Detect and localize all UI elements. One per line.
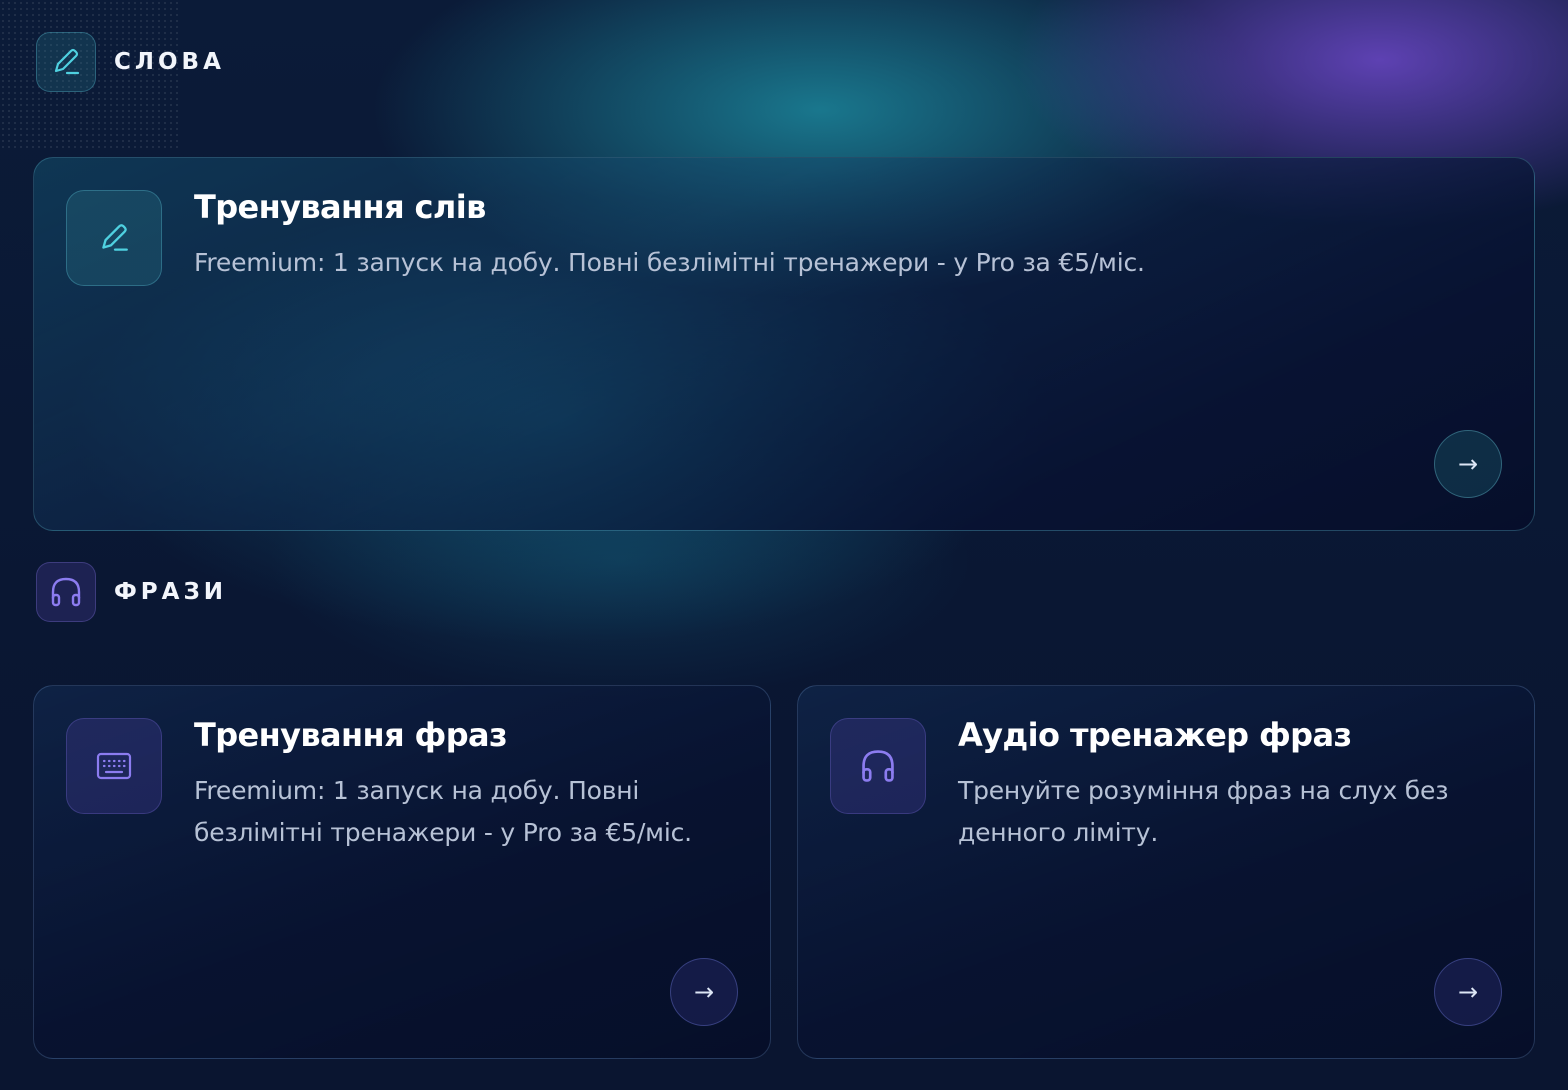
open-phrase-training-button[interactable]: →	[670, 958, 738, 1026]
card-phrase-training[interactable]: Тренування фраз Freemium: 1 запуск на до…	[33, 685, 771, 1059]
card-description: Тренуйте розуміння фраз на слух без денн…	[958, 776, 1449, 847]
keyboard-icon	[66, 718, 162, 814]
open-audio-trainer-button[interactable]: →	[1434, 958, 1502, 1026]
section-header-words: СЛОВА	[36, 32, 225, 92]
headphones-icon	[36, 562, 96, 622]
section-header-phrases: ФРАЗИ	[36, 562, 227, 622]
headphones-icon	[830, 718, 926, 814]
section-title-words: СЛОВА	[114, 49, 225, 75]
pencil-icon	[66, 190, 162, 286]
section-title-phrases: ФРАЗИ	[114, 579, 228, 605]
card-title: Тренування фраз	[194, 716, 508, 754]
card-title: Аудіо тренажер фраз	[958, 716, 1352, 754]
card-description: Freemium: 1 запуск на добу. Повні безлім…	[194, 776, 692, 847]
card-audio-phrase-trainer[interactable]: Аудіо тренажер фраз Тренуйте розуміння ф…	[797, 685, 1535, 1059]
pencil-icon	[36, 32, 96, 92]
open-word-training-button[interactable]: →	[1434, 430, 1502, 498]
card-description: Freemium: 1 запуск на добу. Повні безлім…	[194, 248, 1145, 277]
card-word-training[interactable]: Тренування слів Freemium: 1 запуск на до…	[33, 157, 1535, 531]
card-title: Тренування слів	[194, 188, 486, 226]
